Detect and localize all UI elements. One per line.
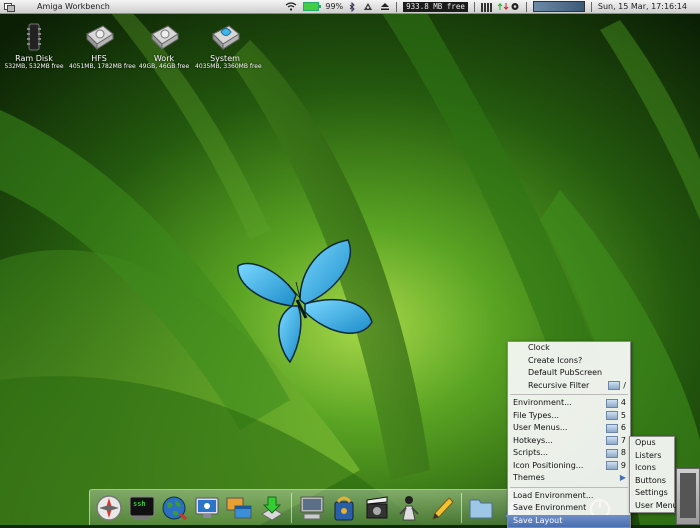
pencil-icon[interactable] bbox=[426, 492, 457, 524]
datetime[interactable]: Sun, 15 Mar, 17:16:14 bbox=[598, 2, 687, 11]
windows-icon[interactable] bbox=[224, 492, 255, 524]
desktop-icon-info: 532MB, 532MB free bbox=[4, 63, 64, 70]
globe-icon[interactable] bbox=[159, 492, 190, 524]
free-memory: 933.8 MB free bbox=[403, 1, 468, 12]
menu-item-save-environment[interactable]: Save Environment bbox=[508, 502, 630, 515]
amiga-key-icon bbox=[605, 398, 618, 408]
menu-item-label: Recursive Filter bbox=[528, 380, 590, 390]
shortcut-key: 7 bbox=[620, 435, 626, 445]
desktop-icon-system[interactable]: System 4035MB, 3360MB free bbox=[195, 22, 262, 70]
desktop-icon-ram-disk[interactable]: Ram Disk 532MB, 532MB free bbox=[4, 22, 64, 70]
cpu-bars-icon bbox=[480, 2, 492, 12]
menu-item-file-types[interactable]: File Types... 5 bbox=[508, 410, 630, 423]
bluetooth-icon[interactable] bbox=[349, 1, 356, 12]
amiga-key-icon bbox=[605, 436, 618, 446]
menu-item-themes[interactable]: Themes ▶ bbox=[508, 472, 630, 485]
submenu-item-buttons[interactable]: Buttons bbox=[630, 475, 674, 488]
desktop-icon-label: HFS bbox=[91, 54, 107, 63]
movie-icon[interactable] bbox=[361, 492, 392, 524]
dock-separator bbox=[291, 492, 293, 523]
dock-bar: ssh bbox=[89, 489, 530, 525]
desktop-icon-info: 4051MB, 1782MB free bbox=[69, 63, 136, 70]
hard-disk-icon bbox=[86, 25, 114, 51]
shortcut-key: 9 bbox=[620, 460, 626, 470]
menu-item-label: User Menus... bbox=[513, 423, 568, 432]
hard-disk-icon bbox=[151, 25, 179, 51]
menu-item-environment[interactable]: Environment... 4 bbox=[508, 397, 630, 410]
submenu-arrow-icon: ▶ bbox=[619, 473, 626, 482]
menu-item-load-environment[interactable]: Load Environment... bbox=[508, 490, 630, 503]
menu-item-label: File Types... bbox=[513, 410, 560, 420]
system-disk-icon bbox=[212, 25, 240, 51]
shortcut-key: 8 bbox=[620, 448, 626, 457]
network-icon[interactable] bbox=[497, 2, 520, 11]
screen-icon[interactable] bbox=[362, 2, 374, 12]
folder-icon[interactable] bbox=[466, 492, 497, 524]
menu-item-label: Hotkeys... bbox=[513, 435, 553, 445]
menu-item-label: Environment... bbox=[513, 398, 572, 407]
compass-icon[interactable] bbox=[94, 492, 125, 524]
menu-item-hotkeys[interactable]: Hotkeys... 7 bbox=[508, 435, 630, 448]
desktop-icon-label: Ram Disk bbox=[15, 54, 53, 63]
eject-icon[interactable] bbox=[380, 2, 390, 11]
menu-item-default-pubscreen[interactable]: Default PubScreen bbox=[508, 367, 630, 380]
menu-item-label: Themes bbox=[513, 473, 545, 482]
ram-disk-icon bbox=[27, 23, 41, 51]
submenu-item-settings[interactable]: Settings bbox=[630, 487, 674, 500]
desktop-icon-info: 49GB, 46GB free bbox=[138, 63, 190, 70]
amiga-key-icon bbox=[608, 381, 621, 391]
submenu-item-icons[interactable]: Icons bbox=[630, 462, 674, 475]
computer-icon[interactable] bbox=[296, 492, 327, 524]
terminal-text: ssh bbox=[133, 500, 146, 508]
download-icon[interactable] bbox=[257, 492, 288, 524]
menu-divider bbox=[510, 394, 628, 395]
menu-item-label: Icon Positioning... bbox=[513, 460, 584, 470]
submenu-item-listers[interactable]: Listers bbox=[630, 450, 674, 463]
shortcut-key: 6 bbox=[620, 423, 626, 432]
submenu-item-opus[interactable]: Opus bbox=[630, 437, 674, 450]
amiga-key-icon bbox=[605, 423, 618, 433]
wifi-icon[interactable] bbox=[285, 2, 297, 11]
shortcut-key: / bbox=[623, 380, 626, 390]
person-icon[interactable] bbox=[394, 492, 425, 524]
menu-item-save-layout[interactable]: Save Layout bbox=[508, 514, 630, 527]
shortcut-key: 5 bbox=[620, 410, 626, 420]
amiga-key-icon bbox=[605, 411, 618, 421]
menu-item-user-menus[interactable]: User Menus... 6 bbox=[508, 422, 630, 435]
desktop-icon-label: System bbox=[210, 54, 240, 63]
save-layout-submenu: Opus Listers Icons Buttons Settings User… bbox=[629, 436, 678, 513]
menu-item-create-icons[interactable]: Create Icons? bbox=[508, 355, 630, 368]
backup-icon[interactable] bbox=[329, 492, 360, 524]
desktop-icon-work[interactable]: Work 49GB, 46GB free bbox=[134, 22, 194, 70]
menu-item-label: Scripts... bbox=[513, 448, 548, 457]
desktop-icon-hfs[interactable]: HFS 4051MB, 1782MB free bbox=[69, 22, 136, 70]
desktop-icon-label: Work bbox=[153, 54, 175, 63]
window-scrollbar[interactable] bbox=[680, 473, 696, 518]
desktop-icon-info: 4035MB, 3360MB free bbox=[195, 63, 262, 70]
depth-gadget-icon[interactable] bbox=[3, 2, 15, 12]
dock-separator bbox=[460, 492, 462, 523]
submenu-item-user-menu[interactable]: User Menu bbox=[630, 500, 678, 513]
shortcut-key: 4 bbox=[620, 398, 626, 407]
terminal-icon[interactable]: ssh bbox=[127, 492, 158, 524]
menu-item-scripts[interactable]: Scripts... 8 bbox=[508, 447, 630, 460]
screen-titlebar: Amiga Workbench 99% 933.8 MB free Sun, 1… bbox=[0, 0, 700, 14]
monitor-icon[interactable] bbox=[192, 492, 223, 524]
battery-icon[interactable] bbox=[303, 2, 322, 11]
cpu-graph bbox=[532, 1, 585, 12]
menu-divider bbox=[510, 486, 628, 488]
amiga-key-icon bbox=[605, 461, 618, 471]
context-menu: Clock Create Icons? Default PubScreen Re… bbox=[507, 341, 631, 528]
amiga-key-icon bbox=[605, 448, 618, 458]
battery-percent: 99% bbox=[325, 2, 344, 11]
window-edge[interactable] bbox=[676, 468, 700, 525]
screen-title: Amiga Workbench bbox=[37, 2, 110, 11]
menu-item-clock[interactable]: Clock bbox=[508, 342, 630, 355]
menu-item-recursive-filter[interactable]: Recursive Filter / bbox=[508, 380, 630, 393]
menu-item-icon-positioning[interactable]: Icon Positioning... 9 bbox=[508, 460, 630, 473]
